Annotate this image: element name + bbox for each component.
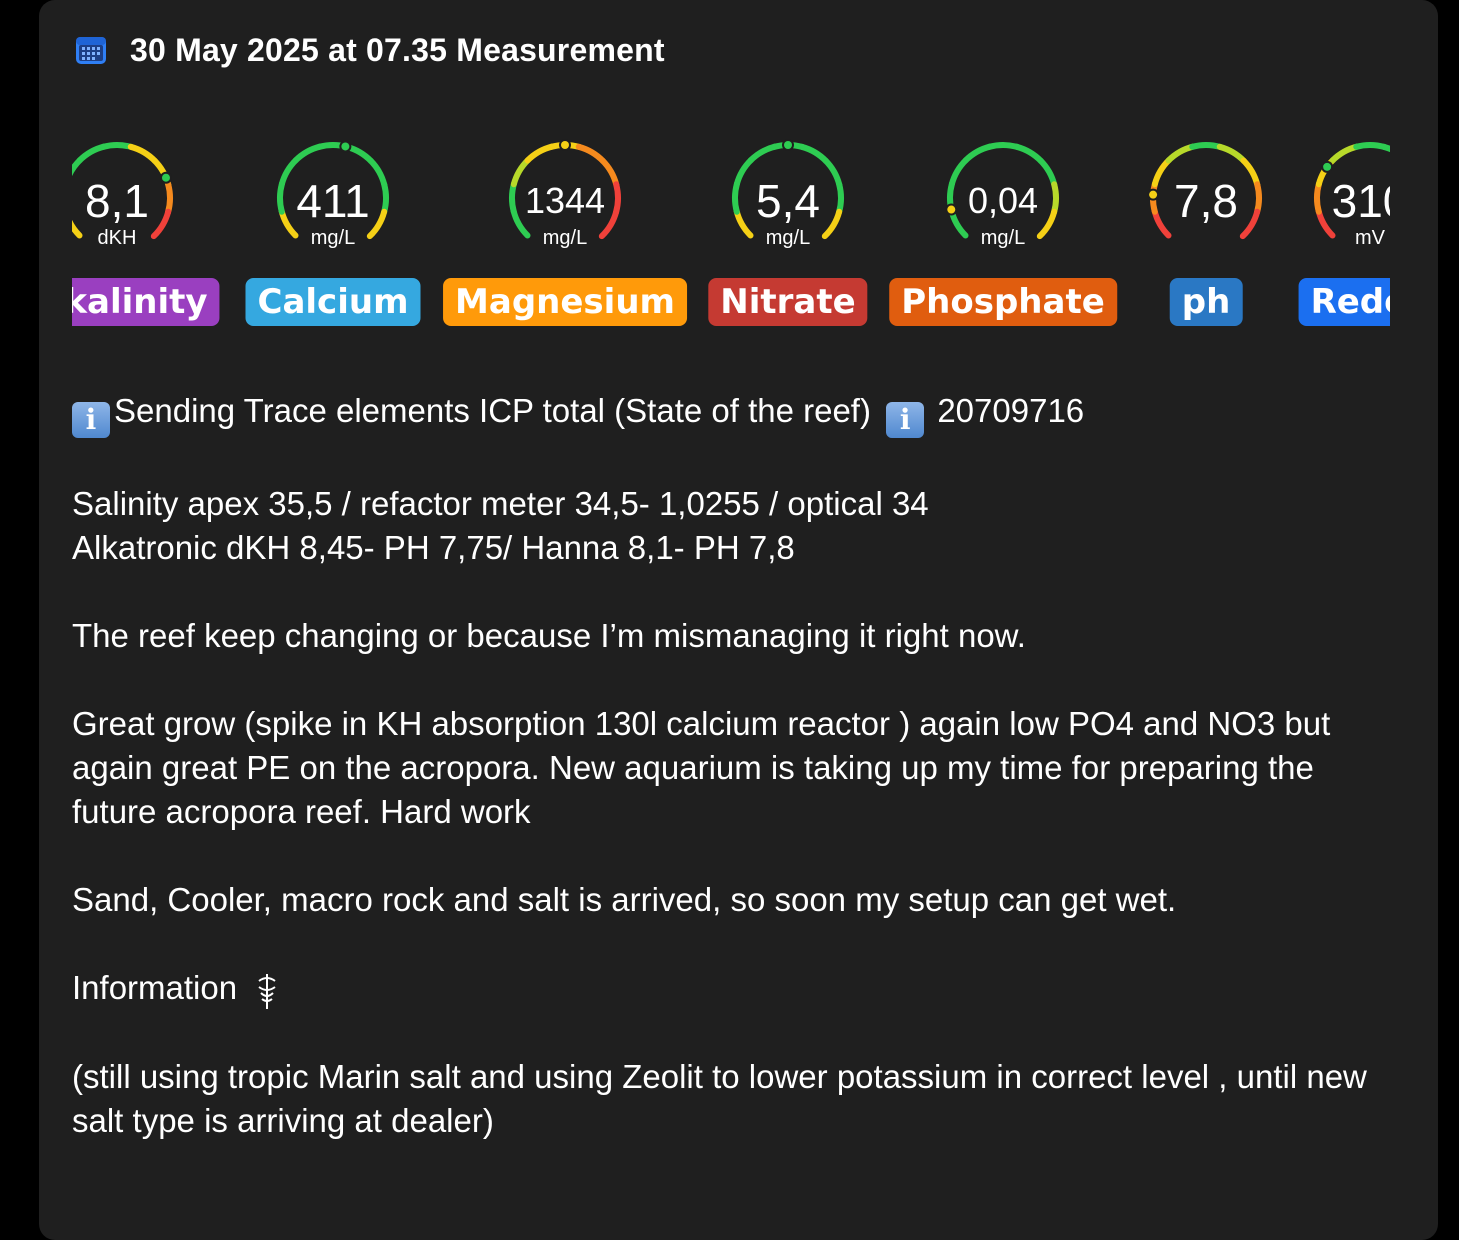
icp-number: 20709716 [937, 392, 1085, 429]
parameter-label-nitrate[interactable]: Nitrate [708, 278, 868, 326]
measurement-title: 30 May 2025 at 07.35 Measurement [130, 31, 665, 68]
notes-line-alkatronic: Alkatronic dKH 8,45- PH 7,75/ Hanna 8,1-… [72, 529, 795, 566]
gauge-redox[interactable]: 310mV Redox [1250, 130, 1390, 340]
notes-line-salt: (still using tropic Marin salt and using… [72, 1058, 1367, 1139]
info-icon: i [886, 402, 925, 438]
notes-line-information: Information [72, 966, 1392, 1011]
gauge-value: 1344 [524, 180, 606, 221]
caduceus-icon [258, 974, 276, 1009]
information-label: Information [72, 969, 238, 1006]
gauge-calcium[interactable]: 411 mg/L Calcium [213, 130, 453, 340]
gauge-unit: mg/L [765, 227, 811, 249]
gauge-strip[interactable]: 8,1dKHAlkalinity411mg/LCalcium1344mg/LMa… [72, 130, 1390, 340]
gauge-unit: mV [1355, 227, 1385, 249]
gauge-value: 411 [296, 175, 370, 227]
gauge-value: 310 [1331, 175, 1390, 227]
parameter-label-calcium[interactable]: Calcium [245, 278, 421, 326]
gauge-value: 5,4 [756, 175, 820, 227]
notes-line-setup: Sand, Cooler, macro rock and salt is arr… [72, 881, 1177, 918]
parameter-label-redox[interactable]: Redox [1298, 278, 1390, 326]
notes-line-icp: i Sending Trace elements ICP total (State… [72, 389, 1392, 438]
notes-line-salinity: Salinity apex 35,5 / refactor meter 34,5… [72, 485, 929, 522]
parameter-label-phosphate[interactable]: Phosphate [889, 278, 1117, 326]
notes-line-reef: The reef keep changing or because I’m mi… [72, 617, 1026, 654]
notes-line-grow: Great grow (spike in KH absorption 130l … [72, 705, 1331, 830]
gauge-unit: mg/L [310, 227, 356, 249]
gauge-nitrate[interactable]: 5,4 mg/L Nitrate [668, 130, 908, 340]
notes: i Sending Trace elements ICP total (State… [72, 389, 1392, 1143]
parameter-label-alkalinity[interactable]: Alkalinity [72, 278, 220, 326]
icp-text: Sending Trace elements ICP total (State … [114, 392, 871, 429]
parameter-label-magnesium[interactable]: Magnesium [443, 278, 687, 326]
gauge-magnesium[interactable]: 1344 mg/L Magnesium [443, 130, 687, 340]
card-header: 30 May 2025 at 07.35 Measurement [75, 30, 665, 70]
calendar-icon [76, 37, 106, 64]
parameter-label-ph[interactable]: ph [1169, 278, 1243, 326]
info-icon: i [72, 402, 110, 438]
gauge-unit: mg/L [542, 227, 588, 249]
